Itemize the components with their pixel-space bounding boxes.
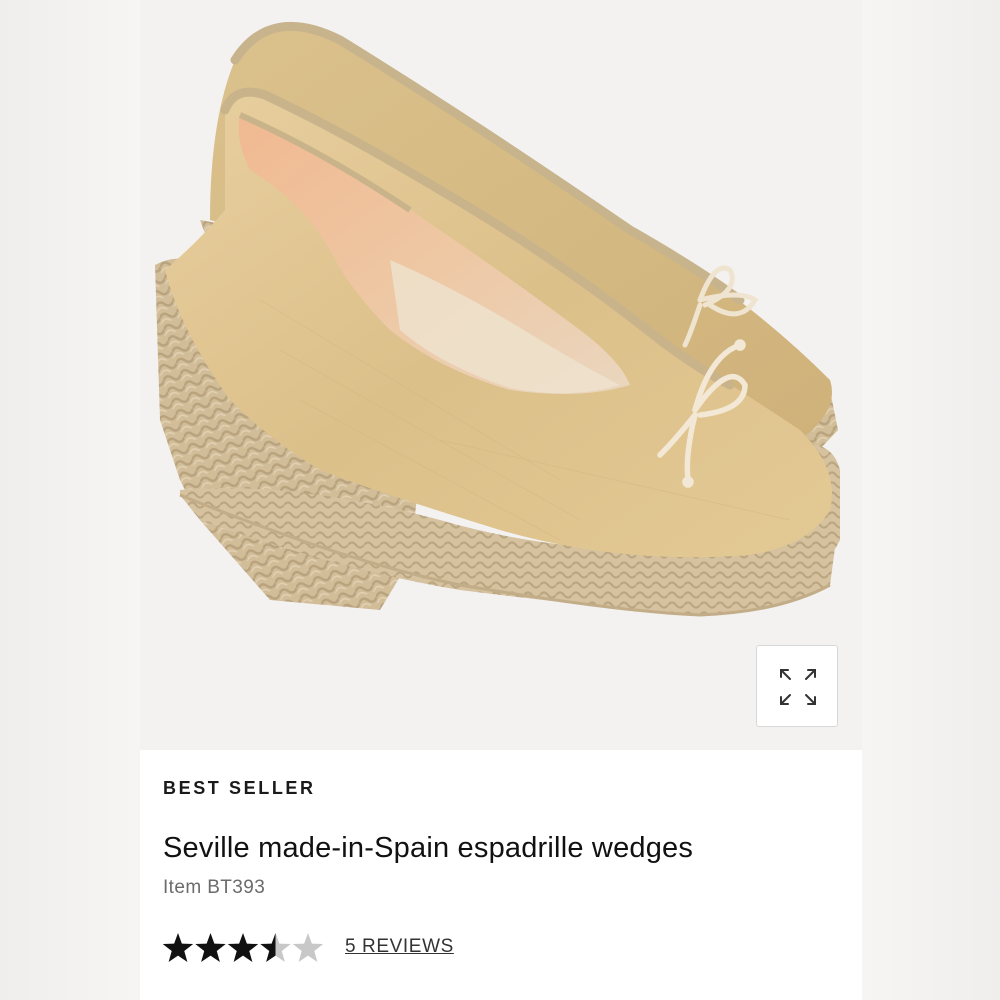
product-title: Seville made-in-Spain espadrille wedges [163, 832, 694, 864]
espadrille-wedges-illustration [155, 21, 840, 617]
star-rating [163, 930, 333, 968]
expand-arrows-icon [780, 669, 816, 705]
rating-star-4 [260, 933, 291, 962]
best-seller-badge: BEST SELLER [163, 778, 316, 798]
zoom-button[interactable] [756, 645, 838, 727]
rating-star-5 [292, 933, 324, 962]
reviews-link[interactable]: 5 REVIEWS [345, 936, 454, 958]
rating-star-1 [163, 933, 194, 962]
rating-star-2 [195, 933, 226, 962]
rating-stars [163, 933, 324, 962]
product-info: BEST SELLER Seville made-in-Spain espadr… [140, 750, 862, 1000]
product-image[interactable] [140, 0, 862, 750]
product-card: BEST SELLER Seville made-in-Spain espadr… [140, 0, 862, 1000]
item-number: Item BT393 [163, 877, 266, 898]
rating-star-3 [227, 933, 259, 962]
